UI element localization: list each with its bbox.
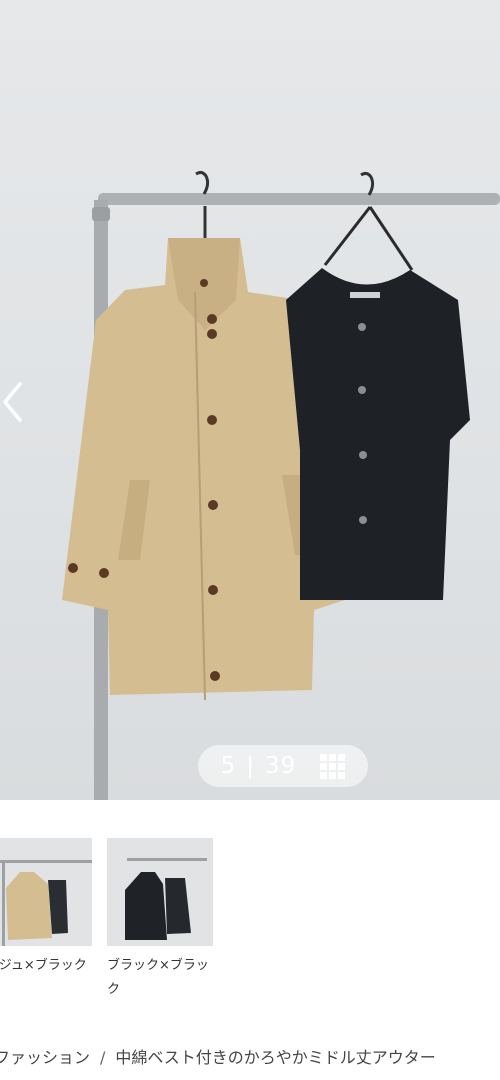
counter-current: 5 (220, 753, 237, 779)
variant-beige-black[interactable]: ージュ×ブラック (0, 838, 92, 978)
counter-total: 39 (265, 753, 297, 779)
breadcrumb: ファッション / 中綿ベスト付きのかろやかミドル丈アウター (0, 1044, 500, 1068)
black-vest (286, 268, 470, 600)
chevron-left-icon (3, 382, 22, 422)
variant-thumbnail-image[interactable] (0, 838, 92, 946)
breadcrumb-item-fashion[interactable]: ファッション (0, 1048, 90, 1067)
prev-image-button[interactable] (0, 380, 36, 450)
image-counter[interactable]: 5 | 39 (198, 745, 368, 787)
variant-label[interactable]: ージュ×ブラック (0, 954, 92, 978)
grid-icon[interactable] (320, 753, 346, 779)
product-image: 5 | 39 (0, 0, 500, 800)
counter-separator: | (246, 753, 256, 779)
breadcrumb-item-product[interactable]: 中綿ベスト付きのかろやかミドル丈アウター (115, 1048, 435, 1067)
breadcrumb-separator: / (100, 1048, 106, 1067)
clothes-rail (98, 193, 500, 205)
variant-black-black[interactable]: ブラック×ブラック (107, 838, 213, 1002)
variant-thumbnail-image[interactable] (107, 838, 213, 946)
variant-label[interactable]: ブラック×ブラック (107, 954, 213, 1002)
variant-thumbnails: ージュ×ブラック ブラック×ブラック (0, 838, 500, 1008)
product-photo (62, 170, 500, 800)
